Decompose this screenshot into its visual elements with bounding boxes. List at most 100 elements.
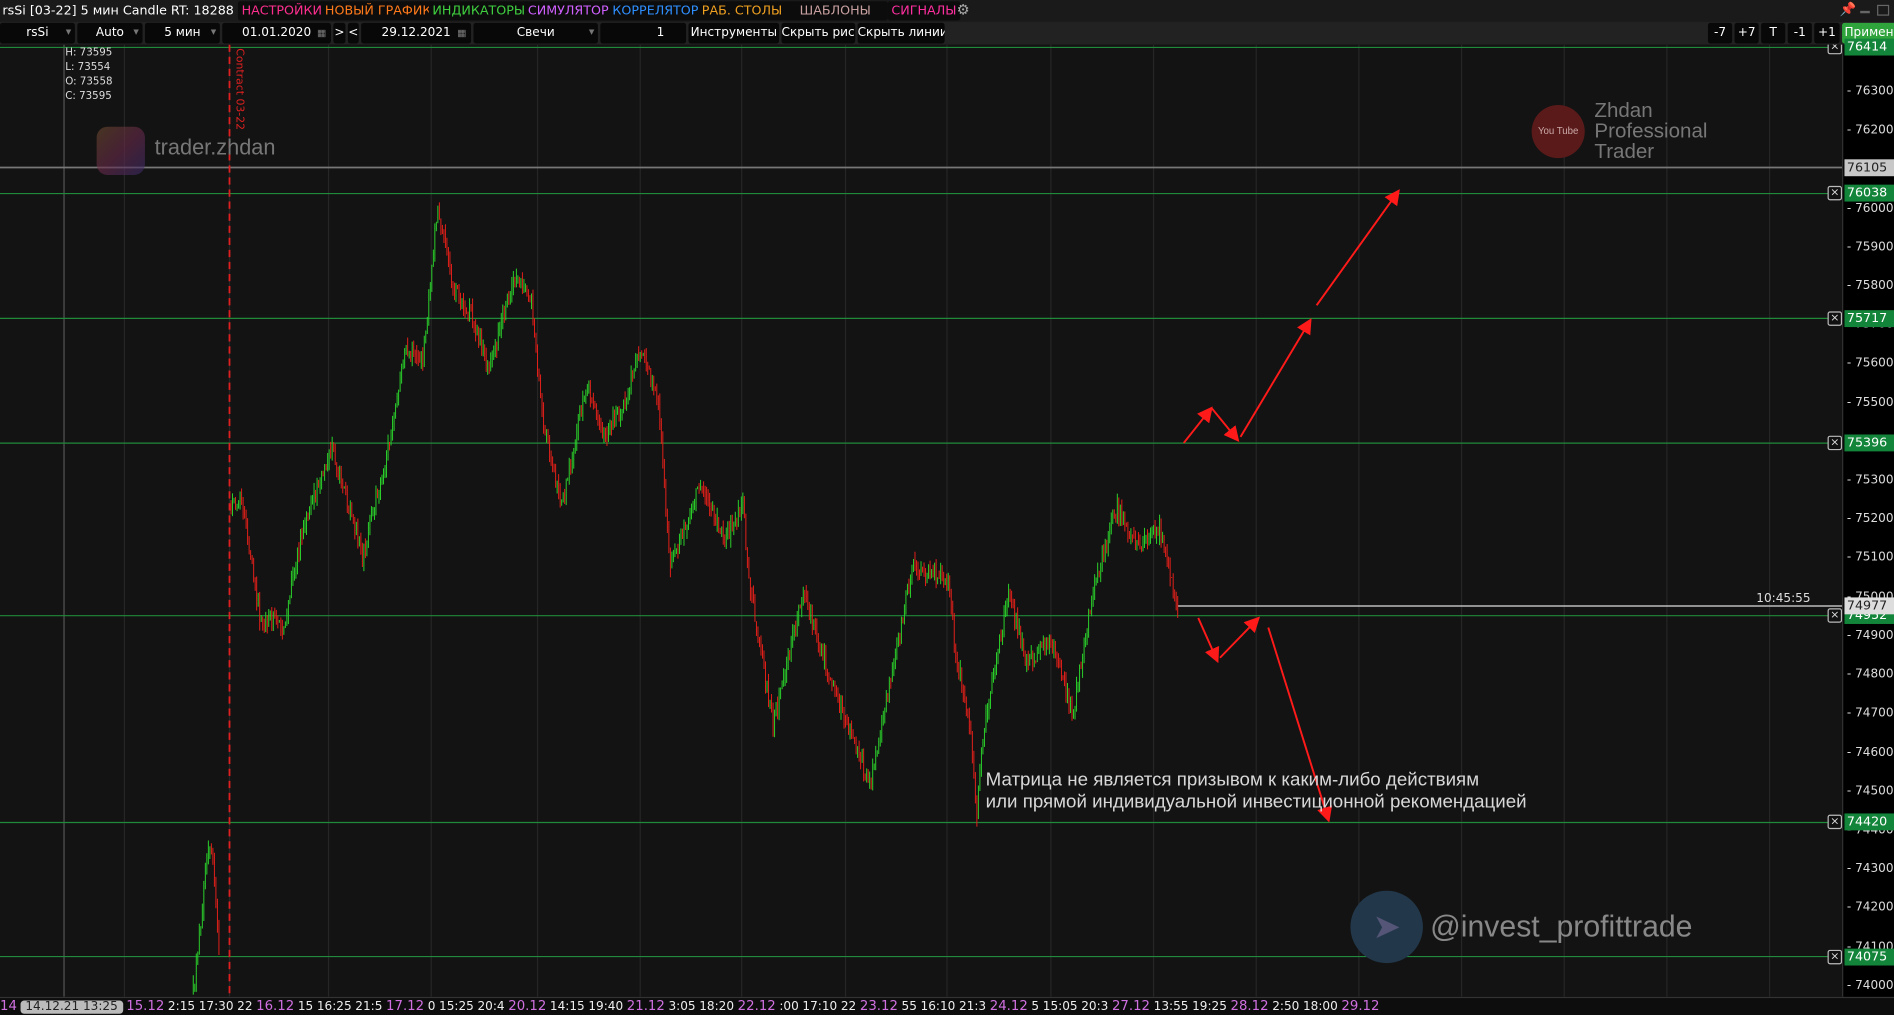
chart-type-select[interactable]: Свечи xyxy=(473,22,598,44)
date-label: 14 xyxy=(0,998,17,1014)
chart-type-value: Свечи xyxy=(516,26,555,40)
price-tick-label: - 74700 xyxy=(1846,706,1894,721)
time-label: 2:50 xyxy=(1272,1000,1300,1014)
remove-level-close-icon[interactable]: × xyxy=(1827,949,1843,964)
remove-level-close-icon[interactable]: × xyxy=(1827,815,1843,830)
menu-signals[interactable]: СИГНАЛЫ xyxy=(887,1,961,21)
price-tick-label: - 74000 xyxy=(1846,979,1894,993)
pin-icon[interactable]: 📌 xyxy=(1840,1,1857,17)
time-label: 18:20 xyxy=(699,1000,735,1014)
price-tick-label: - 76200 xyxy=(1846,123,1894,138)
time-label: 21:3 xyxy=(958,1000,987,1014)
price-tick-label: - 75600 xyxy=(1846,357,1894,371)
price-tick-label: - 74900 xyxy=(1846,629,1894,643)
telegram-icon: ➤ xyxy=(1350,890,1423,964)
time-label: 22 xyxy=(237,1000,253,1014)
forecast-arrow xyxy=(1219,616,1260,659)
date-label: 28.12 xyxy=(1230,998,1269,1014)
next-button[interactable]: > xyxy=(333,22,346,44)
menu-simulator[interactable]: СИМУЛЯТОР xyxy=(524,1,613,21)
remove-level-close-icon[interactable]: × xyxy=(1827,311,1843,326)
time-label: 18:00 xyxy=(1302,1000,1338,1014)
price-tick-label: - 74800 xyxy=(1846,668,1894,682)
remove-level-close-icon[interactable]: × xyxy=(1827,608,1843,623)
date-label: 22.12 xyxy=(737,998,776,1014)
minimize-icon[interactable] xyxy=(1860,10,1870,14)
menu-new-chart[interactable]: НОВЫЙ ГРАФИК xyxy=(321,1,435,21)
ohlc-close: C: 73595 xyxy=(65,90,112,103)
date-from-input[interactable]: 01.01.2020 xyxy=(222,22,331,44)
time-label: 21:5 xyxy=(355,1000,383,1014)
date-to-value: 29.12.2021 xyxy=(381,26,451,40)
candles-layer xyxy=(0,44,1843,997)
price-tick-label: - 75100 xyxy=(1846,551,1894,565)
contract-label: Contract 03-22 xyxy=(233,48,246,131)
disclaimer-text: Матрица не является призывом к каким-либ… xyxy=(986,770,1527,813)
forecast-arrow xyxy=(1210,407,1240,443)
today-button[interactable]: T xyxy=(1761,22,1786,44)
shift-minus7-button[interactable]: -7 xyxy=(1707,22,1733,44)
timeframe-select[interactable]: 5 мин xyxy=(144,22,220,44)
price-tick-label: - 76000 xyxy=(1846,201,1894,215)
scale-value: Auto xyxy=(95,26,124,40)
level-price-tag: 76414 xyxy=(1844,38,1894,56)
date-to-input[interactable]: 29.12.2021 xyxy=(361,22,472,44)
time-label: 0 xyxy=(427,1000,436,1014)
shift-plus7-button[interactable]: +7 xyxy=(1734,22,1759,44)
price-tick-label: - 76300 xyxy=(1846,85,1894,99)
remove-level-close-icon[interactable]: × xyxy=(1827,44,1843,55)
date-from-value: 01.01.2020 xyxy=(242,26,312,40)
time-label: 55 xyxy=(901,1000,917,1014)
menu-workspaces[interactable]: РАБ. СТОЛЫ xyxy=(698,1,800,21)
gear-icon[interactable]: ⚙ xyxy=(957,1,970,18)
time-label: 15:25 xyxy=(439,1000,474,1014)
hide-lines-button[interactable]: Скрыть линии xyxy=(857,22,945,44)
instagram-handle: trader.zhdan xyxy=(154,135,276,160)
ohlc-high: H: 73595 xyxy=(65,47,113,60)
menu-indicators[interactable]: ИНДИКАТОРЫ xyxy=(428,1,529,21)
youtube-badge-text: You Tube xyxy=(1537,125,1579,137)
youtube-line-2: Professional xyxy=(1594,119,1708,143)
remove-level-close-icon[interactable]: × xyxy=(1827,435,1843,451)
current-price-tag: 74977 xyxy=(1844,597,1894,615)
time-label: 3:05 xyxy=(668,1000,696,1014)
remove-level-close-icon[interactable]: × xyxy=(1827,186,1843,201)
menu-templates[interactable]: ШАБЛОНЫ xyxy=(796,1,888,21)
symbol-select[interactable]: rsSi xyxy=(0,22,75,44)
disclaimer-line-1: Матрица не является призывом к каким-либ… xyxy=(985,770,1480,791)
menu-settings[interactable]: НАСТРОЙКИ xyxy=(237,1,326,21)
instagram-icon xyxy=(96,126,145,176)
time-label: 5 xyxy=(1031,1000,1040,1014)
hide-drawings-button[interactable]: Скрыть рис. xyxy=(781,22,856,44)
forecast-arrow xyxy=(1239,318,1312,438)
current-time-label: 10:45:55 xyxy=(1756,592,1811,606)
shift-plus1-button[interactable]: +1 xyxy=(1814,22,1840,44)
prev-button[interactable]: < xyxy=(347,22,359,44)
price-tick-label: - 75500 xyxy=(1846,396,1894,410)
disclaimer-line-2: или прямой индивидуальной инвестиционной… xyxy=(985,791,1527,813)
price-tick-label: - 75300 xyxy=(1846,473,1894,488)
price-chart[interactable]: trader.zhdan You Tube Zhdan Professional… xyxy=(0,44,1843,997)
count-stepper[interactable]: 1 xyxy=(600,22,687,44)
time-label: 17:30 xyxy=(198,1000,234,1014)
price-tick-label: - 74500 xyxy=(1846,784,1894,799)
level-price-tag: 74420 xyxy=(1844,814,1894,831)
count-value: 1 xyxy=(656,26,665,40)
shift-minus1-button[interactable]: -1 xyxy=(1787,22,1812,44)
date-label: 20.12 xyxy=(508,998,547,1014)
time-label: :00 xyxy=(779,1000,799,1014)
date-label: 24.12 xyxy=(989,998,1028,1014)
time-label: 15:05 xyxy=(1042,1000,1078,1014)
scale-select[interactable]: Auto xyxy=(77,22,143,44)
time-label: 14:15 xyxy=(549,1000,585,1014)
date-label: 23.12 xyxy=(859,998,898,1014)
price-axis[interactable]: - 76300- 76200- 76100- 76000- 75900- 758… xyxy=(1842,38,1894,997)
price-tick-label: - 75900 xyxy=(1846,240,1894,254)
forecast-arrow xyxy=(1197,617,1220,664)
instruments-button[interactable]: Инструменты xyxy=(688,22,780,44)
menu-bar: rsSi [03-22] 5 мин Candle RT: 18288 НАСТ… xyxy=(0,0,1894,22)
timeframe-value: 5 мин xyxy=(164,26,201,40)
time-axis[interactable]: 14 14.12.21 13:25 15.12 2:15 17:30 22 16.12 15 1… xyxy=(0,996,1894,1015)
restore-icon[interactable] xyxy=(1877,4,1890,16)
menu-correlator[interactable]: КОРРЕЛЯТОР xyxy=(608,1,703,21)
